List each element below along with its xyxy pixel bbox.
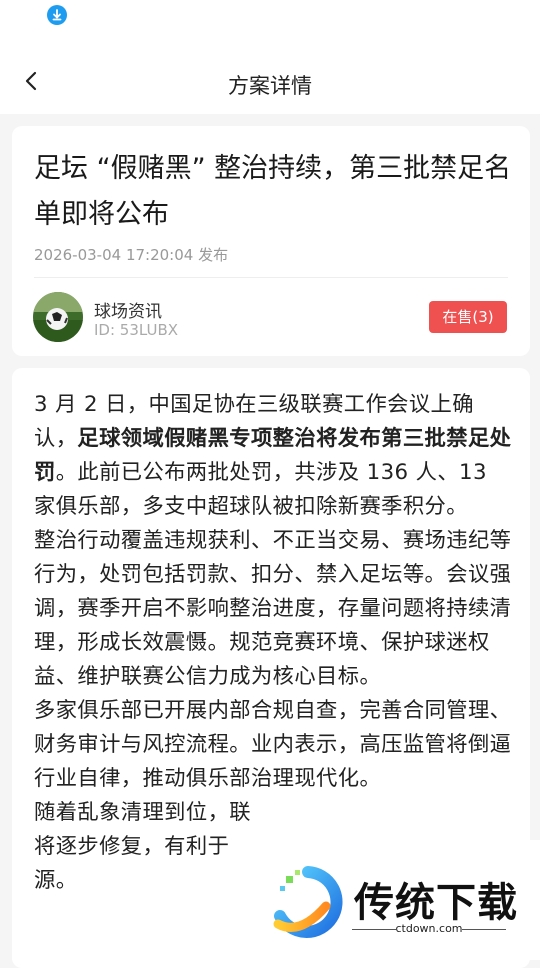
download-icon bbox=[47, 5, 67, 25]
author-avatar[interactable] bbox=[33, 292, 83, 342]
paragraph: 随着乱象清理到位，联 bbox=[34, 800, 251, 825]
paragraph: 整治行动覆盖违规获利、不正当交易、赛场违纪等行为，处罚包括罚款、扣分、禁入足坛等… bbox=[34, 528, 512, 689]
nav-bar: 方案详情 bbox=[0, 36, 540, 114]
paragraph-text: 。此前已公布两批处罚，共涉及 136 人、13 家俱乐部，多支中超球队被扣除新赛… bbox=[34, 460, 487, 519]
paragraph: 多家俱乐部已开展内部合规自查，完善合同管理、财务审计与风控流程。业内表示，高压监… bbox=[34, 698, 512, 791]
publish-time: 2026-03-04 17:20:04 发布 bbox=[34, 246, 229, 264]
status-bar bbox=[0, 0, 540, 36]
page-title: 方案详情 bbox=[228, 74, 312, 98]
paragraph: 3 月 2 日，中国足协在三级联赛工作会议上确认，足球领域假赌黑专项整治将发布第… bbox=[34, 388, 512, 524]
divider bbox=[34, 277, 508, 278]
watermark-text: 传统下载 bbox=[354, 880, 518, 926]
on-sale-button[interactable]: 在售(3) bbox=[429, 301, 507, 333]
watermark-logo-icon bbox=[270, 866, 346, 946]
divider bbox=[462, 929, 506, 930]
author-id: ID: 53LUBX bbox=[94, 321, 179, 339]
article-title: 足坛 “假赌黑” 整治持续，第三批禁足名单即将公布 bbox=[34, 153, 512, 230]
author-name[interactable]: 球场资讯 bbox=[94, 297, 162, 322]
article-body: 3 月 2 日，中国足协在三级联赛工作会议上确认，足球领域假赌黑专项整治将发布第… bbox=[34, 388, 512, 898]
watermark: 传统下载 ctdown.com bbox=[262, 840, 540, 960]
article-header-card: 足坛 “假赌黑” 整治持续，第三批禁足名单即将公布 2026-03-04 17:… bbox=[12, 126, 530, 356]
